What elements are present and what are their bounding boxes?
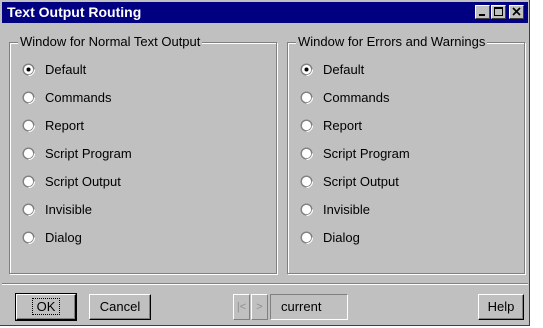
radio-label: Report [323,118,363,133]
window-title: Text Output Routing [7,4,142,20]
current-value: current [281,299,322,314]
radio-icon[interactable] [300,147,314,161]
footer-separator [2,283,528,285]
dialog-window: Text Output Routing Window for Normal Te… [0,0,530,326]
radio-label: Script Program [45,146,132,161]
cancel-button[interactable]: Cancel [89,294,151,320]
maximize-icon [494,7,503,16]
current-field[interactable]: current [270,294,348,320]
previous-button[interactable]: |< [233,294,250,320]
normal-output-legend: Window for Normal Text Output [18,34,203,50]
ok-button-label: OK [31,298,61,315]
radio-icon[interactable] [22,91,36,105]
normal-output-group: Window for Normal Text Output Default Com… [9,34,277,274]
radio-icon[interactable] [22,203,36,217]
radio-label: Report [45,118,85,133]
title-bar[interactable]: Text Output Routing [2,2,528,23]
radio-icon[interactable] [300,119,314,133]
errors-output-group: Window for Errors and Warnings Default Co… [287,34,525,274]
radio-label: Commands [323,90,390,105]
previous-icon: |< [236,301,247,313]
radio-label: Default [45,62,87,77]
radio-label: Script Output [323,174,399,189]
radio-label: Invisible [45,202,92,217]
next-icon: > [256,301,263,313]
cancel-button-label: Cancel [99,299,141,314]
radio-label: Commands [45,90,112,105]
radio-label: Dialog [45,230,82,245]
radio-icon[interactable] [22,119,36,133]
radio-label: Invisible [323,202,370,217]
radio-label: Script Program [323,146,410,161]
radio-icon[interactable] [22,231,36,245]
ok-button[interactable]: OK [15,293,77,321]
minimize-icon [479,14,485,16]
maximize-button[interactable] [491,5,506,19]
help-button[interactable]: Help [478,294,524,320]
close-icon [512,7,521,16]
radio-icon[interactable] [300,63,314,77]
radio-icon[interactable] [300,91,314,105]
help-button-label: Help [487,299,515,314]
radio-icon[interactable] [300,231,314,245]
minimize-button[interactable] [475,5,490,19]
radio-label: Default [323,62,365,77]
errors-output-legend: Window for Errors and Warnings [296,34,488,50]
next-button[interactable]: > [251,294,268,320]
radio-label: Dialog [323,230,360,245]
radio-icon[interactable] [22,175,36,189]
radio-icon[interactable] [22,63,36,77]
radio-label: Script Output [45,174,121,189]
radio-icon[interactable] [300,203,314,217]
radio-icon[interactable] [300,175,314,189]
radio-icon[interactable] [22,147,36,161]
close-button[interactable] [509,5,524,19]
